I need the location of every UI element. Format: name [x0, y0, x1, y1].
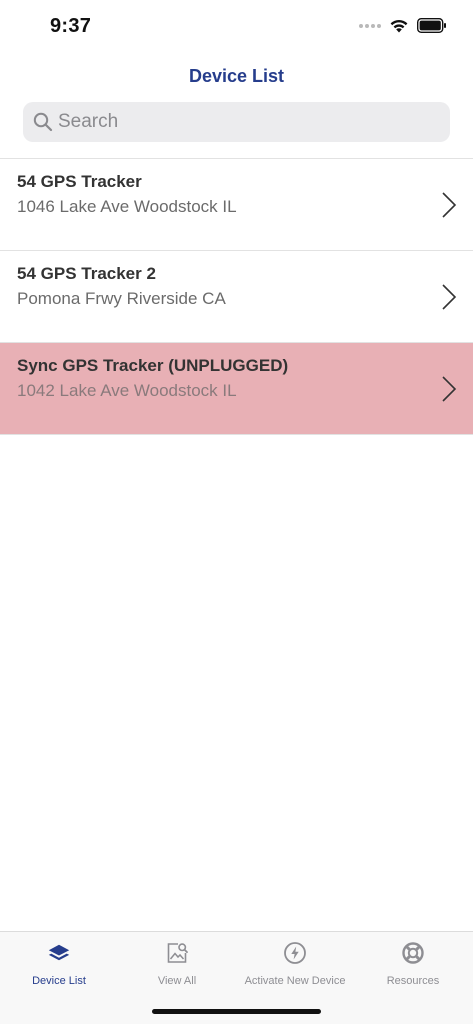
status-bar: 9:37 [0, 0, 473, 56]
device-row[interactable]: 54 GPS Tracker 2 Pomona Frwy Riverside C… [0, 251, 473, 343]
tab-label: Resources [386, 975, 440, 987]
tab-view-all[interactable]: View All [118, 940, 236, 1000]
device-row-unplugged[interactable]: Sync GPS Tracker (UNPLUGGED) 1042 Lake A… [0, 343, 473, 435]
device-address: Pomona Frwy Riverside CA [17, 289, 226, 308]
lightning-icon [282, 940, 308, 966]
tab-label: Device List [32, 975, 86, 987]
device-address: 1042 Lake Ave Woodstock IL [17, 381, 237, 400]
search-icon [32, 111, 54, 133]
tab-label: View All [157, 975, 197, 987]
tab-device-list[interactable]: Device List [0, 940, 118, 1000]
chevron-right-icon [442, 192, 457, 218]
device-name: 54 GPS Tracker 2 [17, 264, 156, 283]
chevron-right-icon [442, 284, 457, 310]
device-row[interactable]: 54 GPS Tracker 1046 Lake Ave Woodstock I… [0, 159, 473, 251]
lifebuoy-icon [400, 940, 426, 966]
search-input[interactable] [58, 111, 438, 133]
image-search-icon [164, 940, 190, 966]
chevron-right-icon [442, 376, 457, 402]
device-address: 1046 Lake Ave Woodstock IL [17, 197, 237, 216]
home-indicator [152, 1009, 321, 1014]
wifi-icon [390, 19, 408, 33]
device-list: 54 GPS Tracker 1046 Lake Ave Woodstock I… [0, 158, 473, 435]
tab-label: Activate New Device [244, 975, 346, 987]
search-bar[interactable] [23, 102, 450, 142]
page-title: Device List [188, 66, 285, 86]
layers-icon [46, 940, 72, 966]
status-time: 9:37 [50, 15, 92, 37]
device-name: Sync GPS Tracker (UNPLUGGED) [17, 356, 289, 375]
device-name: 54 GPS Tracker [17, 172, 142, 191]
battery-icon [417, 18, 446, 33]
tab-resources[interactable]: Resources [354, 940, 472, 1000]
tab-activate-new-device[interactable]: Activate New Device [236, 940, 354, 1000]
cellular-signal-icon [359, 23, 381, 28]
status-icons [359, 18, 447, 33]
